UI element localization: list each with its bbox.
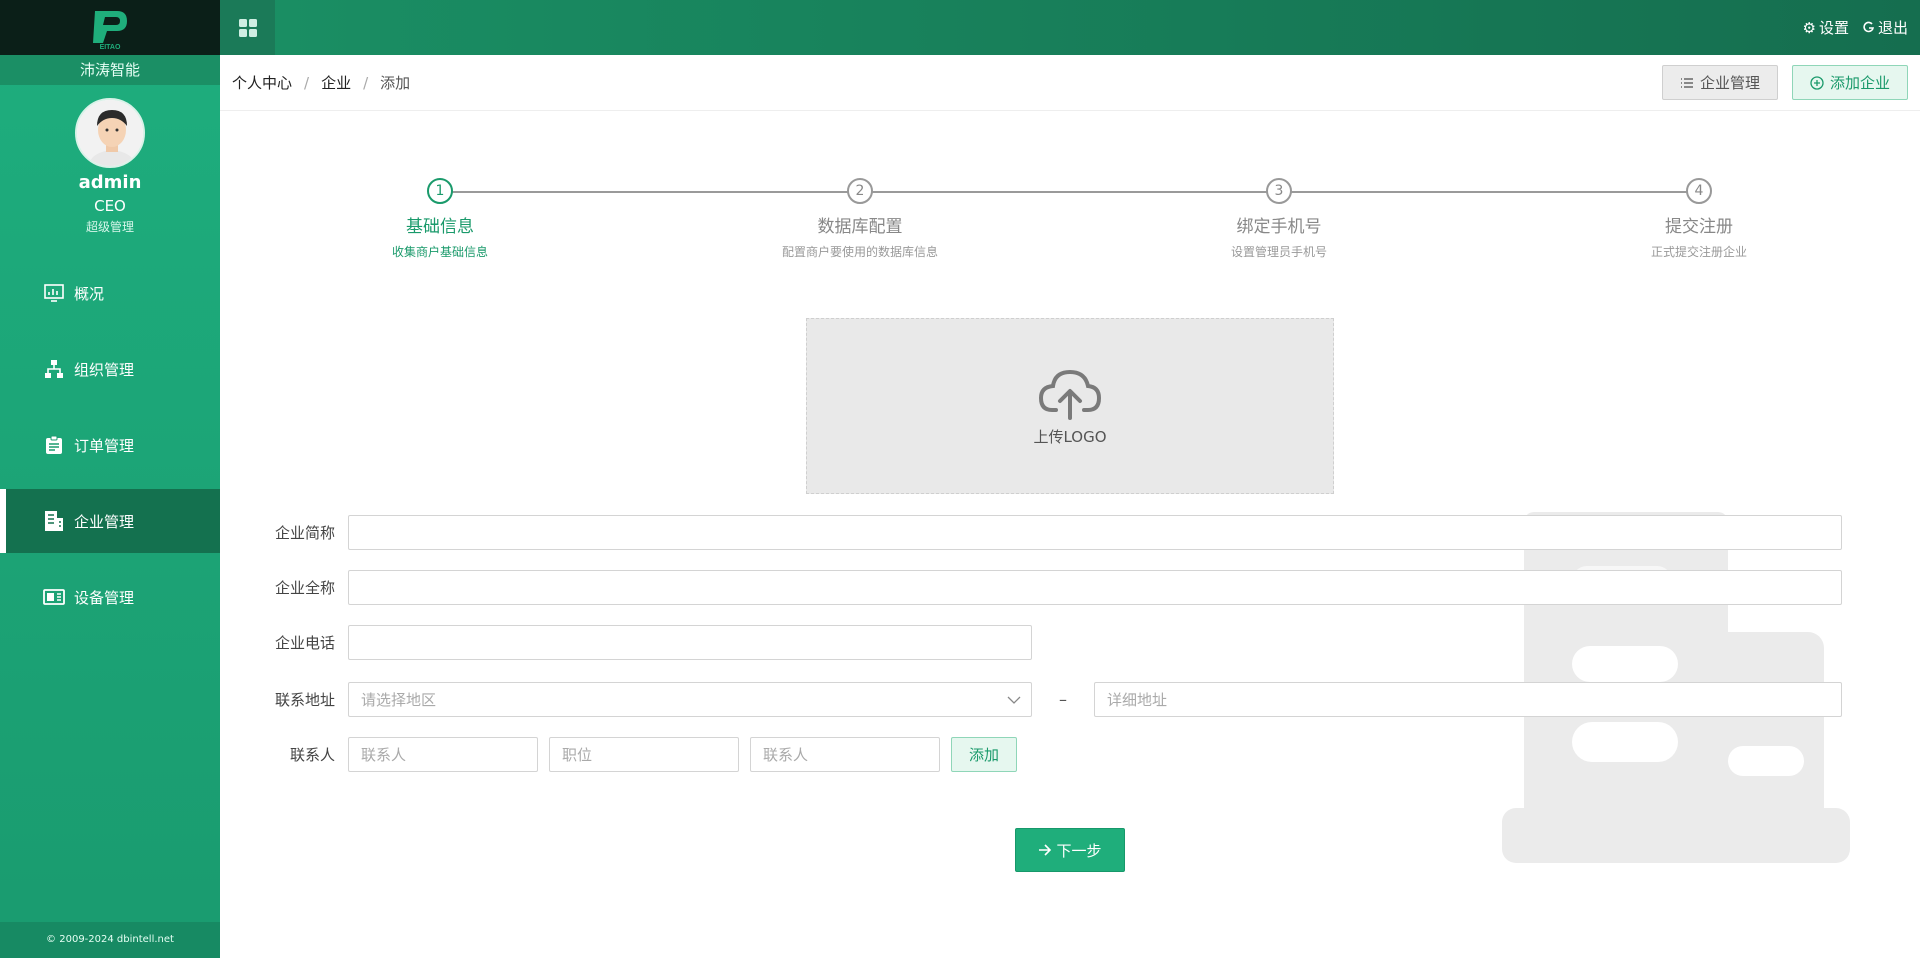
- avatar[interactable]: [75, 98, 145, 168]
- copyright: © 2009-2024 dbintell.net: [0, 922, 220, 958]
- add-enterprise-button[interactable]: 添加企业: [1791, 65, 1908, 100]
- device-icon: [43, 586, 65, 608]
- sidebar-menu: 概况 组织管理 订单管理 企业管理 设备管理: [0, 261, 220, 629]
- full-name-input[interactable]: [348, 570, 1842, 605]
- step-1: 1 基础信息 收集商户基础信息: [340, 178, 540, 260]
- sidebar-item-label: 订单管理: [74, 436, 135, 455]
- contact-name-input[interactable]: 联系人: [348, 737, 538, 772]
- step-indicator: 1 基础信息 收集商户基础信息 2 数据库配置 配置商户要使用的数据库信息 3 …: [220, 178, 1920, 260]
- step-desc: 正式提交注册企业: [1650, 245, 1747, 259]
- form-row-short-name: 企业简称: [260, 515, 1842, 550]
- gear-icon: ⚙: [1802, 18, 1816, 37]
- sidebar: EITAO 沛涛智能 admin CEO 超级管理 概况 组织管理 订单管理 企…: [0, 0, 220, 958]
- address-detail-input[interactable]: 详细地址: [1094, 682, 1842, 717]
- step-title: 提交注册: [1665, 217, 1733, 237]
- step-desc: 收集商户基础信息: [391, 245, 488, 259]
- settings-link[interactable]: ⚙ 设置: [1803, 17, 1849, 38]
- short-name-input[interactable]: [348, 515, 1842, 550]
- sidebar-item-devices[interactable]: 设备管理: [0, 565, 220, 629]
- contact-position-input[interactable]: 职位: [549, 737, 739, 772]
- form-row-contact: 联系人 联系人 职位 联系人 添加: [260, 737, 1017, 772]
- apps-grid-button[interactable]: [220, 0, 275, 55]
- breadcrumb-separator: /: [363, 73, 369, 92]
- logo-icon: EITAO: [93, 10, 127, 51]
- user-title: CEO: [94, 197, 126, 215]
- add-contact-button[interactable]: 添加: [951, 737, 1017, 772]
- brand-name: 沛涛智能: [0, 55, 220, 85]
- step-number: 2: [847, 178, 873, 204]
- phone-label: 企业电话: [274, 634, 335, 652]
- sidebar-item-label: 企业管理: [74, 512, 135, 531]
- arrow-right-icon: [1039, 844, 1052, 856]
- breadcrumb-bar: 个人中心 / 企业 / 添加 企业管理 添加企业: [220, 55, 1920, 111]
- building-icon: [43, 510, 65, 532]
- form-row-full-name: 企业全称: [260, 570, 1842, 605]
- cloud-upload-icon: [1038, 369, 1102, 420]
- contact-label: 联系人: [289, 746, 335, 764]
- contact-phone-input[interactable]: 联系人: [750, 737, 940, 772]
- step-desc: 设置管理员手机号: [1230, 245, 1327, 259]
- step-4: 4 提交注册 正式提交注册企业: [1599, 178, 1799, 260]
- sidebar-item-org[interactable]: 组织管理: [0, 337, 220, 401]
- step-title: 数据库配置: [817, 217, 903, 237]
- sidebar-item-overview[interactable]: 概况: [0, 261, 220, 325]
- breadcrumb-item-home[interactable]: 个人中心: [232, 72, 292, 93]
- clipboard-icon: [43, 434, 65, 456]
- region-placeholder: 请选择地区: [361, 691, 437, 709]
- sidebar-item-label: 设备管理: [74, 588, 135, 607]
- form-row-phone: 企业电话: [260, 625, 1032, 660]
- header-buttons: 企业管理 添加企业: [1661, 65, 1908, 100]
- sidebar-item-label: 概况: [74, 284, 105, 303]
- list-icon: [1680, 77, 1693, 88]
- breadcrumb-item-enterprise[interactable]: 企业: [321, 72, 351, 93]
- enterprise-manage-button[interactable]: 企业管理: [1661, 65, 1778, 100]
- plus-circle-icon: [1810, 75, 1824, 90]
- logo: EITAO: [0, 0, 220, 55]
- step-title: 基础信息: [406, 217, 474, 237]
- topbar-actions: ⚙ 设置 退出: [1803, 0, 1908, 55]
- chevron-down-icon: [1007, 696, 1021, 704]
- breadcrumb: 个人中心 / 企业 / 添加: [232, 72, 410, 93]
- step-number: 1: [427, 178, 453, 204]
- avatar-icon: [77, 100, 143, 166]
- step-2: 2 数据库配置 配置商户要使用的数据库信息: [760, 178, 960, 260]
- step-desc: 配置商户要使用的数据库信息: [781, 245, 938, 259]
- upload-label: 上传LOGO: [1033, 427, 1107, 446]
- address-separator: –: [1059, 690, 1067, 709]
- topbar: ⚙ 设置 退出: [220, 0, 1920, 55]
- form-row-address: 联系地址 请选择地区 – 详细地址: [260, 682, 1842, 717]
- grid-icon: [238, 18, 257, 37]
- upload-logo-area[interactable]: 上传LOGO: [806, 318, 1334, 494]
- phone-input[interactable]: [348, 625, 1032, 660]
- user-name: admin: [78, 172, 142, 193]
- step-title: 绑定手机号: [1236, 217, 1322, 237]
- short-name-label: 企业简称: [274, 524, 335, 542]
- sidebar-item-enterprise[interactable]: 企业管理: [0, 489, 220, 553]
- logout-icon: [1863, 19, 1875, 37]
- next-step-button[interactable]: 下一步: [1015, 828, 1125, 872]
- chart-icon: [43, 282, 65, 304]
- sidebar-item-orders[interactable]: 订单管理: [0, 413, 220, 477]
- region-select[interactable]: 请选择地区: [348, 682, 1032, 717]
- svg-text:EITAO: EITAO: [100, 44, 121, 51]
- breadcrumb-separator: /: [304, 73, 310, 92]
- org-icon: [43, 358, 65, 380]
- address-label: 联系地址: [274, 691, 335, 709]
- step-number: 3: [1266, 178, 1292, 204]
- full-name-label: 企业全称: [274, 579, 335, 597]
- step-line: [440, 191, 1700, 193]
- user-level: 超级管理: [85, 220, 134, 234]
- logout-link[interactable]: 退出: [1863, 17, 1908, 38]
- sidebar-item-label: 组织管理: [74, 360, 135, 379]
- step-number: 4: [1686, 178, 1712, 204]
- step-3: 3 绑定手机号 设置管理员手机号: [1179, 178, 1379, 260]
- breadcrumb-item-current: 添加: [380, 74, 411, 92]
